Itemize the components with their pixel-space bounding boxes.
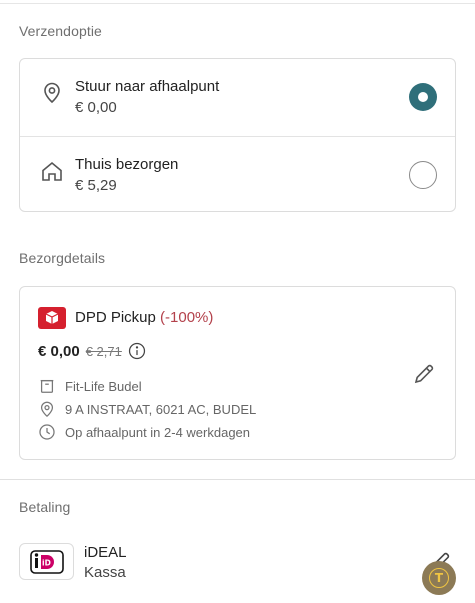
radio-unselected[interactable] bbox=[409, 161, 437, 189]
pencil-icon bbox=[414, 364, 434, 384]
pickup-point-name: Fit-Life Budel bbox=[38, 377, 142, 395]
delivery-details-card: DPD Pickup (-100%) € 0,00 € 2,71 Fit-Lif… bbox=[19, 286, 456, 460]
top-divider bbox=[0, 3, 475, 4]
shipping-section-title: Verzendoptie bbox=[19, 23, 102, 39]
delivery-time: Op afhaalpunt in 2-4 werkdagen bbox=[38, 423, 250, 441]
translate-icon: T bbox=[429, 568, 449, 588]
shipping-option-price: € 5,29 bbox=[75, 177, 117, 194]
house-icon bbox=[42, 161, 62, 181]
radio-selected[interactable] bbox=[409, 83, 437, 111]
price-old: € 2,71 bbox=[85, 343, 122, 359]
price-now: € 0,00 bbox=[38, 342, 80, 360]
shipping-option-pickup[interactable]: Stuur naar afhaalpunt € 0,00 bbox=[20, 59, 455, 135]
edit-delivery-button[interactable] bbox=[411, 361, 437, 387]
floating-translate-button[interactable]: T bbox=[422, 561, 456, 595]
shipping-option-name: Stuur naar afhaalpunt bbox=[75, 78, 220, 95]
ideal-logo: iD bbox=[19, 543, 74, 580]
carrier-name: DPD Pickup bbox=[75, 309, 156, 326]
map-pin-icon bbox=[40, 401, 54, 418]
payment-section-title: Betaling bbox=[19, 499, 71, 515]
pickup-point-address: 9 A INSTRAAT, 6021 AC, BUDEL bbox=[38, 400, 256, 418]
map-pin-icon bbox=[44, 82, 60, 104]
shipping-options-card: Stuur naar afhaalpunt € 0,00 Thuis bezor… bbox=[19, 58, 456, 212]
carrier-row: DPD Pickup (-100%) bbox=[75, 309, 213, 326]
payment-method-name: iDEAL bbox=[84, 544, 127, 561]
delivery-section-title: Bezorgdetails bbox=[19, 250, 106, 266]
store-icon bbox=[40, 379, 54, 393]
shipping-option-home[interactable]: Thuis bezorgen € 5,29 bbox=[20, 136, 455, 212]
shipping-option-name: Thuis bezorgen bbox=[75, 156, 179, 173]
info-icon[interactable] bbox=[128, 342, 146, 360]
dpd-logo bbox=[38, 307, 66, 329]
section-divider bbox=[0, 479, 475, 480]
ideal-logo-text: iD bbox=[42, 558, 51, 567]
clock-icon bbox=[39, 424, 55, 440]
payment-method-sub: Kassa bbox=[84, 564, 126, 581]
discount-label: (-100%) bbox=[160, 309, 214, 326]
delivery-price-row: € 0,00 € 2,71 bbox=[38, 342, 146, 360]
shipping-option-price: € 0,00 bbox=[75, 99, 117, 116]
